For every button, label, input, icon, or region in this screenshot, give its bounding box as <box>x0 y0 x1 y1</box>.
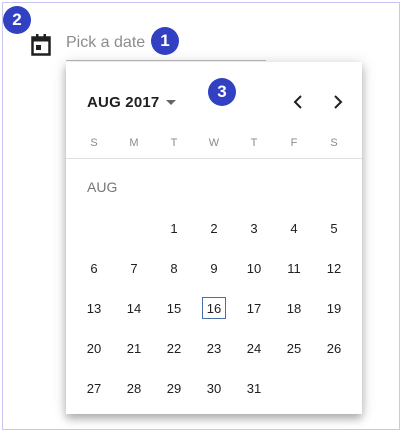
weekday-label: T <box>170 137 178 149</box>
day-number: 27 <box>86 380 102 396</box>
day-cell[interactable]: 21 <box>114 328 154 368</box>
day-cell[interactable]: 7 <box>114 248 154 288</box>
day-grid: 1 2 3 4 5 6 7 8 9 10 11 12 13 14 15 16 17 18 19 20 21 22 23 24 2… <box>74 208 354 408</box>
empty-day-cell <box>74 208 114 248</box>
calendar-popup: AUG 2017 S M T W T F S AUG 1 2 3 4 5 6 7 8 9 10 11… <box>66 62 362 414</box>
week-row: 1 2 3 4 5 <box>74 208 354 248</box>
week-row: 13 14 15 16 17 18 19 <box>74 288 354 328</box>
week-row: 20 21 22 23 24 25 26 <box>74 328 354 368</box>
period-select-button[interactable]: AUG 2017 <box>87 94 177 111</box>
day-cell[interactable]: 10 <box>234 248 274 288</box>
day-cell[interactable]: 13 <box>74 288 114 328</box>
weekday-label: S <box>330 137 338 149</box>
previous-month-button[interactable] <box>288 92 308 112</box>
day-number: 20 <box>86 340 102 356</box>
dropdown-caret-icon <box>166 100 177 105</box>
weekday-label: T <box>250 137 258 149</box>
day-number: 18 <box>286 300 302 316</box>
day-number: 8 <box>170 260 178 276</box>
day-number: 6 <box>90 260 98 276</box>
next-month-button[interactable] <box>328 92 348 112</box>
day-number: 25 <box>286 340 302 356</box>
empty-day-cell <box>314 368 354 408</box>
day-number: 1 <box>170 220 178 236</box>
day-cell[interactable]: 6 <box>74 248 114 288</box>
day-cell[interactable]: 26 <box>314 328 354 368</box>
day-cell[interactable]: 12 <box>314 248 354 288</box>
day-cell[interactable]: 3 <box>234 208 274 248</box>
day-number: 3 <box>250 220 258 236</box>
day-number: 9 <box>210 260 218 276</box>
day-cell[interactable]: 11 <box>274 248 314 288</box>
day-cell[interactable]: 17 <box>234 288 274 328</box>
weekday-label: S <box>90 137 98 149</box>
day-cell[interactable]: 23 <box>194 328 234 368</box>
day-number: 10 <box>246 260 262 276</box>
day-cell[interactable]: 18 <box>274 288 314 328</box>
day-number: 13 <box>86 300 102 316</box>
day-number: 22 <box>166 340 182 356</box>
date-input-underline <box>66 60 266 61</box>
day-cell[interactable]: 14 <box>114 288 154 328</box>
day-number: 12 <box>326 260 342 276</box>
day-cell[interactable]: 2 <box>194 208 234 248</box>
day-number: 30 <box>206 380 222 396</box>
chevron-right-icon <box>334 95 343 109</box>
weekday-header: S M T W T F S <box>74 137 354 149</box>
day-number: 28 <box>126 380 142 396</box>
calendar-icon[interactable] <box>31 34 51 56</box>
day-cell[interactable]: 5 <box>314 208 354 248</box>
day-cell[interactable]: 31 <box>234 368 274 408</box>
day-cell[interactable]: 19 <box>314 288 354 328</box>
annotation-badge-2: 2 <box>3 6 31 34</box>
day-number: 21 <box>126 340 142 356</box>
day-number: 23 <box>206 340 222 356</box>
day-cell[interactable]: 8 <box>154 248 194 288</box>
day-cell[interactable]: 28 <box>114 368 154 408</box>
day-cell[interactable]: 30 <box>194 368 234 408</box>
day-cell[interactable]: 25 <box>274 328 314 368</box>
day-number: 16 <box>202 297 226 319</box>
day-number: 17 <box>246 300 262 316</box>
day-cell-today[interactable]: 16 <box>194 288 234 328</box>
day-number: 26 <box>326 340 342 356</box>
period-label: AUG 2017 <box>87 94 160 111</box>
day-cell[interactable]: 22 <box>154 328 194 368</box>
header-divider <box>66 158 362 159</box>
week-row: 6 7 8 9 10 11 12 <box>74 248 354 288</box>
day-number: 7 <box>130 260 138 276</box>
day-cell[interactable]: 9 <box>194 248 234 288</box>
empty-day-cell <box>114 208 154 248</box>
day-number: 11 <box>287 260 301 276</box>
annotation-badge-3: 3 <box>208 78 236 106</box>
day-cell[interactable]: 29 <box>154 368 194 408</box>
day-cell[interactable]: 27 <box>74 368 114 408</box>
day-number: 29 <box>166 380 182 396</box>
week-row: 27 28 29 30 31 <box>74 368 354 408</box>
day-number: 5 <box>330 220 338 236</box>
empty-day-cell <box>274 368 314 408</box>
date-input-placeholder[interactable]: Pick a date <box>66 34 145 52</box>
day-cell[interactable]: 4 <box>274 208 314 248</box>
day-cell[interactable]: 1 <box>154 208 194 248</box>
weekday-label: M <box>129 137 139 149</box>
day-number: 24 <box>246 340 262 356</box>
day-cell[interactable]: 20 <box>74 328 114 368</box>
chevron-left-icon <box>293 95 302 109</box>
day-cell[interactable]: 15 <box>154 288 194 328</box>
day-number: 4 <box>290 220 298 236</box>
day-number: 31 <box>246 380 262 396</box>
day-number: 14 <box>126 300 142 316</box>
day-number: 19 <box>326 300 342 316</box>
day-cell[interactable]: 24 <box>234 328 274 368</box>
weekday-label: W <box>208 137 220 149</box>
day-number: 15 <box>166 300 182 316</box>
month-label: AUG <box>87 179 118 195</box>
day-number: 2 <box>210 220 218 236</box>
annotation-badge-1: 1 <box>151 27 179 55</box>
weekday-label: F <box>290 137 298 149</box>
